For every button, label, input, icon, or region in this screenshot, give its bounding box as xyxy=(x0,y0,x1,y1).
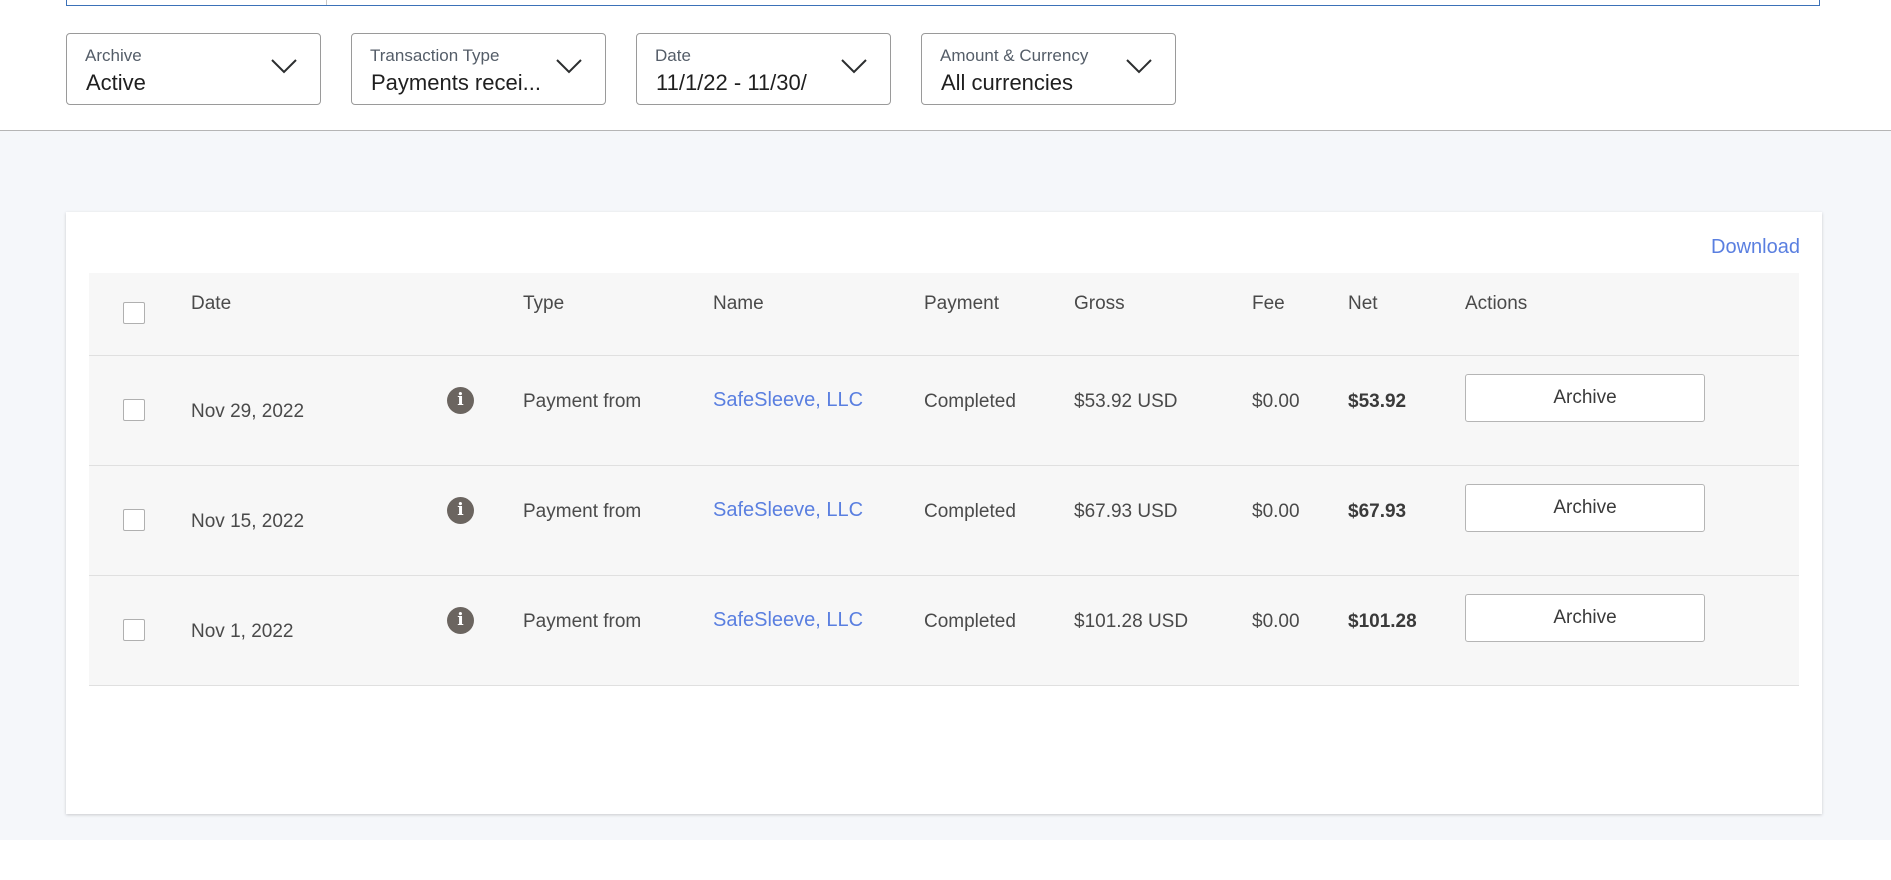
archive-filter-dropdown[interactable]: Archive Active xyxy=(66,33,321,105)
search-bar[interactable] xyxy=(66,0,1820,6)
row-checkbox[interactable] xyxy=(123,509,145,531)
row-payment-status: Completed xyxy=(924,391,1016,412)
transaction-type-filter-value: Payments recei... xyxy=(371,70,541,95)
row-date: Nov 15, 2022 xyxy=(191,511,305,532)
row-type: Payment from xyxy=(523,391,642,412)
archive-filter-label: Archive xyxy=(85,46,142,65)
archive-button[interactable]: Archive xyxy=(1465,374,1705,422)
info-icon[interactable]: i xyxy=(447,497,474,524)
row-checkbox[interactable] xyxy=(123,399,145,421)
row-gross: $67.93 USD xyxy=(1074,501,1178,522)
info-icon[interactable]: i xyxy=(447,607,474,634)
filters-bar: Archive Active Transaction Type Payments… xyxy=(0,0,1891,131)
row-date: Nov 1, 2022 xyxy=(191,621,294,642)
chevron-down-icon xyxy=(1126,59,1152,74)
transaction-type-filter-label: Transaction Type xyxy=(370,46,500,65)
table-row: Nov 15, 2022 i Payment from SafeSleeve, … xyxy=(89,466,1799,576)
header-gross: Gross xyxy=(1074,293,1125,314)
row-net: $101.28 xyxy=(1348,611,1417,632)
header-fee: Fee xyxy=(1252,293,1285,314)
row-payment-status: Completed xyxy=(924,611,1016,632)
chevron-down-icon xyxy=(271,59,297,74)
transaction-type-filter-dropdown[interactable]: Transaction Type Payments recei... xyxy=(351,33,606,105)
table-header: Date Type Name Payment Gross Fee Net Act… xyxy=(89,273,1799,356)
chevron-down-icon xyxy=(841,59,867,74)
archive-button[interactable]: Archive xyxy=(1465,484,1705,532)
row-name-link[interactable]: SafeSleeve, LLC xyxy=(713,499,863,522)
amount-currency-filter-label: Amount & Currency xyxy=(940,46,1089,65)
row-net: $67.93 xyxy=(1348,501,1407,522)
header-date: Date xyxy=(191,293,232,314)
select-all-checkbox[interactable] xyxy=(123,302,145,324)
row-name-link[interactable]: SafeSleeve, LLC xyxy=(713,609,863,632)
header-net: Net xyxy=(1348,293,1378,314)
transactions-card: Download Date Type Name Payment Gross Fe… xyxy=(66,212,1822,814)
table-row: Nov 29, 2022 i Payment from SafeSleeve, … xyxy=(89,356,1799,466)
row-fee: $0.00 xyxy=(1252,391,1300,412)
archive-button[interactable]: Archive xyxy=(1465,594,1705,642)
row-fee: $0.00 xyxy=(1252,611,1300,632)
download-link[interactable]: Download xyxy=(1711,236,1800,259)
row-fee: $0.00 xyxy=(1252,501,1300,522)
chevron-down-icon xyxy=(556,59,582,74)
search-divider xyxy=(326,0,327,5)
amount-currency-filter-value: All currencies xyxy=(941,70,1074,95)
date-filter-value: 11/1/22 - 11/30/ xyxy=(656,70,807,95)
header-type: Type xyxy=(523,293,565,314)
row-type: Payment from xyxy=(523,501,642,522)
info-icon[interactable]: i xyxy=(447,387,474,414)
row-checkbox[interactable] xyxy=(123,619,145,641)
amount-currency-filter-dropdown[interactable]: Amount & Currency All currencies xyxy=(921,33,1176,105)
header-payment: Payment xyxy=(924,293,999,314)
row-date: Nov 29, 2022 xyxy=(191,401,305,422)
transactions-table: Date Type Name Payment Gross Fee Net Act… xyxy=(89,273,1799,686)
row-payment-status: Completed xyxy=(924,501,1016,522)
row-type: Payment from xyxy=(523,611,642,632)
table-row: Nov 1, 2022 i Payment from SafeSleeve, L… xyxy=(89,576,1799,686)
archive-filter-value: Active xyxy=(86,70,146,95)
header-name: Name xyxy=(713,293,764,314)
row-name-link[interactable]: SafeSleeve, LLC xyxy=(713,389,863,412)
header-actions: Actions xyxy=(1465,293,1528,314)
row-gross: $53.92 USD xyxy=(1074,391,1178,412)
row-gross: $101.28 USD xyxy=(1074,611,1189,632)
row-net: $53.92 xyxy=(1348,391,1407,412)
date-filter-label: Date xyxy=(655,46,691,65)
date-filter-dropdown[interactable]: Date 11/1/22 - 11/30/ xyxy=(636,33,891,105)
